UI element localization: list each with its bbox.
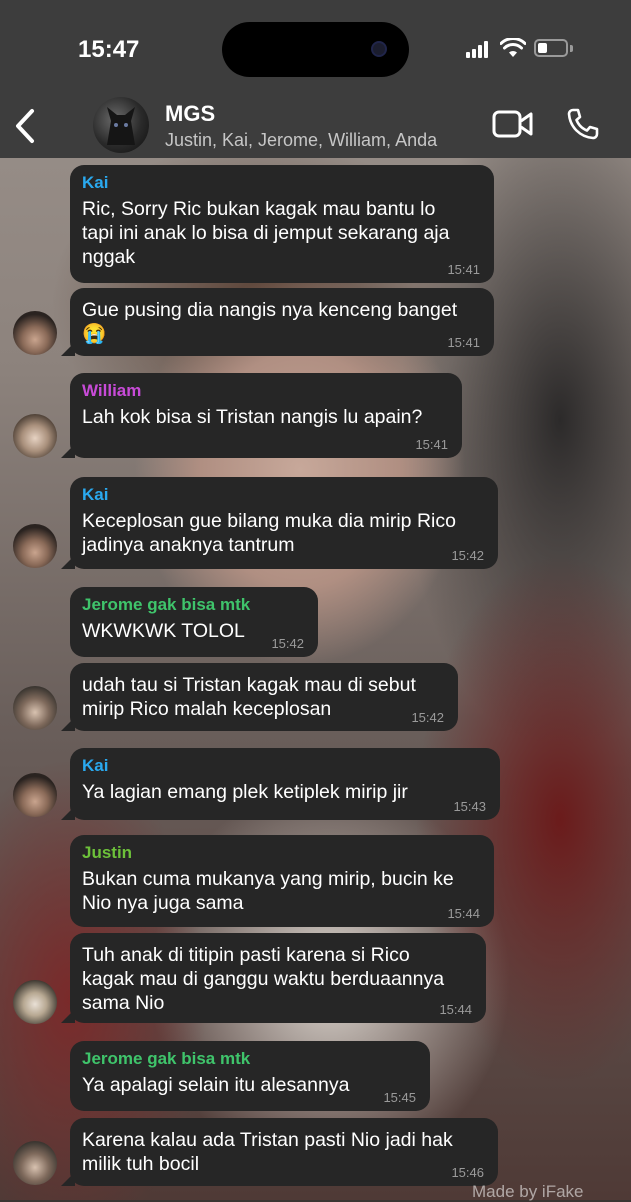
message-bubble[interactable]: William Lah kok bisa si Tristan nangis lu… [61, 373, 462, 458]
sender-avatar[interactable] [13, 686, 57, 730]
video-call-icon[interactable] [492, 109, 534, 139]
back-chevron-icon[interactable] [12, 107, 38, 145]
message-text: Lah kok bisa si Tristan nangis lu apain? [82, 406, 423, 428]
signal-icon [466, 40, 490, 58]
message-sender[interactable]: Kai [82, 173, 482, 193]
message-timestamp: 15:41 [415, 437, 448, 452]
battery-icon [534, 39, 568, 57]
sender-avatar[interactable] [13, 311, 57, 355]
message-sender[interactable]: Jerome gak bisa mtk [82, 1049, 418, 1069]
battery-fill [538, 43, 547, 53]
message-timestamp: 15:42 [271, 636, 304, 651]
message-text: Keceplosan gue bilang muka dia mirip Ric… [82, 510, 456, 556]
message-text: udah tau si Tristan kagak mau di sebut m… [82, 674, 416, 720]
message-bubble[interactable]: Kai Keceplosan gue bilang muka dia mirip … [61, 477, 498, 569]
message-sender[interactable]: Justin [82, 843, 482, 863]
message-timestamp: 15:42 [411, 710, 444, 725]
sender-avatar[interactable] [13, 980, 57, 1024]
sender-avatar[interactable] [13, 524, 57, 568]
message-text: Bukan cuma mukanya yang mirip, bucin ke … [82, 868, 454, 914]
group-name[interactable]: MGS [165, 101, 215, 127]
message-bubble[interactable]: Tuh anak di titipin pasti karena si Rico… [61, 933, 486, 1023]
wolf-silhouette-icon [107, 107, 135, 145]
message-timestamp: 15:41 [447, 335, 480, 350]
group-avatar[interactable] [93, 97, 149, 153]
message-timestamp: 15:43 [453, 799, 486, 814]
message-bubble[interactable]: Justin Bukan cuma mukanya yang mirip, buc… [70, 835, 494, 927]
camera-dot [371, 41, 387, 57]
message-bubble[interactable]: Kai Ya lagian emang plek ketiplek mirip j… [61, 748, 500, 820]
message-bubble[interactable]: udah tau si Tristan kagak mau di sebut m… [61, 663, 458, 731]
message-sender[interactable]: Jerome gak bisa mtk [82, 595, 306, 615]
message-bubble[interactable]: Jerome gak bisa mtk Ya apalagi selain itu… [70, 1041, 430, 1111]
message-sender[interactable]: Kai [82, 756, 488, 776]
phone-call-icon[interactable] [566, 107, 600, 141]
group-members[interactable]: Justin, Kai, Jerome, William, Anda [165, 130, 437, 151]
message-text: Gue pusing dia nangis nya kenceng banget… [82, 299, 458, 345]
message-bubble[interactable]: Jerome gak bisa mtk WKWKWK TOLOL 15:42 [70, 587, 318, 657]
message-text: Karena kalau ada Tristan pasti Nio jadi … [82, 1129, 453, 1175]
sender-avatar[interactable] [13, 1141, 57, 1185]
sender-avatar[interactable] [13, 773, 57, 817]
message-bubble[interactable]: Kai Ric, Sorry Ric bukan kagak mau bantu … [70, 165, 494, 283]
message-timestamp: 15:46 [451, 1165, 484, 1180]
message-text: Ya apalagi selain itu alesannya [82, 1074, 350, 1096]
message-text: Ya lagian emang plek ketiplek mirip jir [82, 781, 408, 803]
message-sender[interactable]: Kai [82, 485, 486, 505]
chat-header: MGS Justin, Kai, Jerome, William, Anda [0, 95, 631, 158]
message-timestamp: 15:42 [451, 548, 484, 563]
message-text: Ric, Sorry Ric bukan kagak mau bantu lo … [82, 198, 450, 268]
watermark: Made by iFake [472, 1182, 584, 1201]
sender-avatar[interactable] [13, 414, 57, 458]
status-time: 15:47 [78, 36, 140, 63]
message-timestamp: 15:44 [447, 906, 480, 921]
message-timestamp: 15:41 [447, 262, 480, 277]
battery-tip [570, 45, 573, 52]
message-text: Tuh anak di titipin pasti karena si Rico… [82, 944, 445, 1014]
message-timestamp: 15:44 [439, 1002, 472, 1017]
wifi-icon [500, 38, 526, 57]
dynamic-island [222, 22, 409, 77]
status-bar: 15:47 [0, 0, 631, 95]
message-timestamp: 15:45 [383, 1090, 416, 1105]
message-bubble[interactable]: Gue pusing dia nangis nya kenceng banget… [61, 288, 494, 356]
message-sender[interactable]: William [82, 381, 450, 401]
message-bubble[interactable]: Karena kalau ada Tristan pasti Nio jadi … [61, 1118, 498, 1186]
